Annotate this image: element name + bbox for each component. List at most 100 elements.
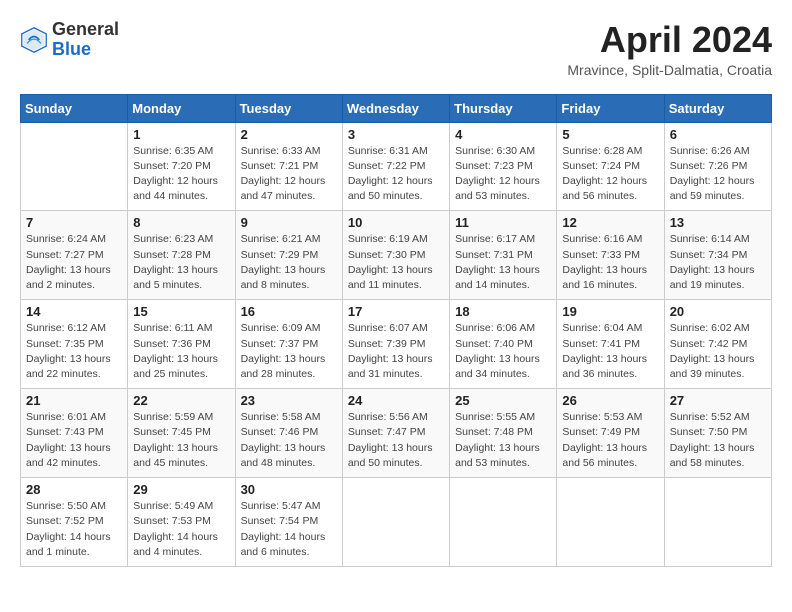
day-info: Sunrise: 6:07 AMSunset: 7:39 PMDaylight:… (348, 321, 444, 382)
calendar-cell: 15 Sunrise: 6:11 AMSunset: 7:36 PMDayligh… (128, 300, 235, 389)
calendar-week-2: 7Sunrise: 6:24 AMSunset: 7:27 PMDaylight… (21, 211, 772, 300)
calendar-week-3: 14Sunrise: 6:12 AMSunset: 7:35 PMDayligh… (21, 300, 772, 389)
day-info: Sunrise: 6:26 AMSunset: 7:26 PMDaylight:… (670, 144, 766, 205)
day-number: 28 (26, 482, 122, 497)
logo-text: General Blue (52, 20, 119, 60)
weekday-header-tuesday: Tuesday (235, 94, 342, 122)
logo: General Blue (20, 20, 119, 60)
calendar-cell: 30Sunrise: 5:47 AMSunset: 7:54 PMDayligh… (235, 478, 342, 567)
day-number: 29 (133, 482, 229, 497)
day-number: 18 (455, 304, 551, 319)
weekday-header-saturday: Saturday (664, 94, 771, 122)
day-info: Sunrise: 6:23 AMSunset: 7:28 PMDaylight:… (133, 232, 229, 293)
day-info: Sunrise: 6:21 AMSunset: 7:29 PMDaylight:… (241, 232, 337, 293)
calendar-cell (450, 478, 557, 567)
calendar-cell: 16Sunrise: 6:09 AMSunset: 7:37 PMDayligh… (235, 300, 342, 389)
calendar-cell: 10 Sunrise: 6:19 AMSunset: 7:30 PMDayligh… (342, 211, 449, 300)
day-number: 23 (241, 393, 337, 408)
calendar-cell: 24 Sunrise: 5:56 AMSunset: 7:47 PMDayligh… (342, 389, 449, 478)
day-number: 15 (133, 304, 229, 319)
day-info: Sunrise: 6:04 AMSunset: 7:41 PMDaylight:… (562, 321, 658, 382)
day-info: Sunrise: 6:14 AMSunset: 7:34 PMDaylight:… (670, 232, 766, 293)
day-number: 17 (348, 304, 444, 319)
calendar-cell: 17 Sunrise: 6:07 AMSunset: 7:39 PMDayligh… (342, 300, 449, 389)
calendar-cell (21, 122, 128, 211)
day-number: 22 (133, 393, 229, 408)
day-info: Sunrise: 6:12 AMSunset: 7:35 PMDaylight:… (26, 321, 122, 382)
calendar-cell: 28 Sunrise: 5:50 AMSunset: 7:52 PMDayligh… (21, 478, 128, 567)
day-number: 3 (348, 127, 444, 142)
calendar-cell: 12 Sunrise: 6:16 AMSunset: 7:33 PMDayligh… (557, 211, 664, 300)
calendar-cell: 25 Sunrise: 5:55 AMSunset: 7:48 PMDayligh… (450, 389, 557, 478)
calendar-cell (342, 478, 449, 567)
day-number: 25 (455, 393, 551, 408)
day-number: 10 (348, 215, 444, 230)
calendar-week-1: 1 Sunrise: 6:35 AMSunset: 7:20 PMDaylight… (21, 122, 772, 211)
day-info: Sunrise: 5:56 AMSunset: 7:47 PMDaylight:… (348, 410, 444, 471)
day-info: Sunrise: 5:49 AMSunset: 7:53 PMDaylight:… (133, 499, 229, 560)
calendar-week-4: 21 Sunrise: 6:01 AMSunset: 7:43 PMDayligh… (21, 389, 772, 478)
calendar-cell: 6 Sunrise: 6:26 AMSunset: 7:26 PMDaylight… (664, 122, 771, 211)
calendar-cell: 23 Sunrise: 5:58 AMSunset: 7:46 PMDayligh… (235, 389, 342, 478)
page-header: General Blue April 2024 Mravince, Split-… (20, 20, 772, 78)
day-info: Sunrise: 5:59 AMSunset: 7:45 PMDaylight:… (133, 410, 229, 471)
calendar-cell: 27 Sunrise: 5:52 AMSunset: 7:50 PMDayligh… (664, 389, 771, 478)
day-info: Sunrise: 6:06 AMSunset: 7:40 PMDaylight:… (455, 321, 551, 382)
calendar-cell: 9Sunrise: 6:21 AMSunset: 7:29 PMDaylight… (235, 211, 342, 300)
day-number: 11 (455, 215, 551, 230)
calendar-cell: 13 Sunrise: 6:14 AMSunset: 7:34 PMDayligh… (664, 211, 771, 300)
calendar-cell: 26 Sunrise: 5:53 AMSunset: 7:49 PMDayligh… (557, 389, 664, 478)
calendar-cell: 29 Sunrise: 5:49 AMSunset: 7:53 PMDayligh… (128, 478, 235, 567)
day-info: Sunrise: 6:33 AMSunset: 7:21 PMDaylight:… (241, 144, 337, 205)
calendar-cell: 5Sunrise: 6:28 AMSunset: 7:24 PMDaylight… (557, 122, 664, 211)
weekday-header-thursday: Thursday (450, 94, 557, 122)
day-info: Sunrise: 6:35 AMSunset: 7:20 PMDaylight:… (133, 144, 229, 205)
day-info: Sunrise: 5:58 AMSunset: 7:46 PMDaylight:… (241, 410, 337, 471)
day-number: 13 (670, 215, 766, 230)
day-info: Sunrise: 6:17 AMSunset: 7:31 PMDaylight:… (455, 232, 551, 293)
calendar-cell: 19 Sunrise: 6:04 AMSunset: 7:41 PMDayligh… (557, 300, 664, 389)
calendar-cell: 3Sunrise: 6:31 AMSunset: 7:22 PMDaylight… (342, 122, 449, 211)
day-info: Sunrise: 5:50 AMSunset: 7:52 PMDaylight:… (26, 499, 122, 560)
day-number: 30 (241, 482, 337, 497)
day-number: 19 (562, 304, 658, 319)
day-number: 5 (562, 127, 658, 142)
calendar-cell (664, 478, 771, 567)
day-number: 20 (670, 304, 766, 319)
calendar-cell: 7Sunrise: 6:24 AMSunset: 7:27 PMDaylight… (21, 211, 128, 300)
day-info: Sunrise: 5:52 AMSunset: 7:50 PMDaylight:… (670, 410, 766, 471)
day-number: 26 (562, 393, 658, 408)
day-number: 4 (455, 127, 551, 142)
calendar-cell: 2Sunrise: 6:33 AMSunset: 7:21 PMDaylight… (235, 122, 342, 211)
day-info: Sunrise: 6:19 AMSunset: 7:30 PMDaylight:… (348, 232, 444, 293)
weekday-header-friday: Friday (557, 94, 664, 122)
calendar-cell (557, 478, 664, 567)
day-number: 21 (26, 393, 122, 408)
calendar-cell: 22 Sunrise: 5:59 AMSunset: 7:45 PMDayligh… (128, 389, 235, 478)
calendar-cell: 1 Sunrise: 6:35 AMSunset: 7:20 PMDaylight… (128, 122, 235, 211)
day-info: Sunrise: 6:16 AMSunset: 7:33 PMDaylight:… (562, 232, 658, 293)
day-info: Sunrise: 6:09 AMSunset: 7:37 PMDaylight:… (241, 321, 337, 382)
day-info: Sunrise: 6:01 AMSunset: 7:43 PMDaylight:… (26, 410, 122, 471)
weekday-header-wednesday: Wednesday (342, 94, 449, 122)
day-number: 12 (562, 215, 658, 230)
calendar-cell: 14Sunrise: 6:12 AMSunset: 7:35 PMDayligh… (21, 300, 128, 389)
day-info: Sunrise: 6:24 AMSunset: 7:27 PMDaylight:… (26, 232, 122, 293)
logo-icon (20, 26, 48, 54)
day-info: Sunrise: 6:11 AMSunset: 7:36 PMDaylight:… (133, 321, 229, 382)
day-info: Sunrise: 5:55 AMSunset: 7:48 PMDaylight:… (455, 410, 551, 471)
day-number: 27 (670, 393, 766, 408)
calendar-cell: 18 Sunrise: 6:06 AMSunset: 7:40 PMDayligh… (450, 300, 557, 389)
calendar-week-5: 28 Sunrise: 5:50 AMSunset: 7:52 PMDayligh… (21, 478, 772, 567)
day-number: 6 (670, 127, 766, 142)
title-block: April 2024 Mravince, Split-Dalmatia, Cro… (567, 20, 772, 78)
weekday-header-sunday: Sunday (21, 94, 128, 122)
day-info: Sunrise: 5:53 AMSunset: 7:49 PMDaylight:… (562, 410, 658, 471)
day-number: 24 (348, 393, 444, 408)
day-info: Sunrise: 6:30 AMSunset: 7:23 PMDaylight:… (455, 144, 551, 205)
day-number: 1 (133, 127, 229, 142)
day-number: 8 (133, 215, 229, 230)
calendar-cell: 20Sunrise: 6:02 AMSunset: 7:42 PMDayligh… (664, 300, 771, 389)
location: Mravince, Split-Dalmatia, Croatia (567, 62, 772, 78)
calendar-table: SundayMondayTuesdayWednesdayThursdayFrid… (20, 94, 772, 567)
